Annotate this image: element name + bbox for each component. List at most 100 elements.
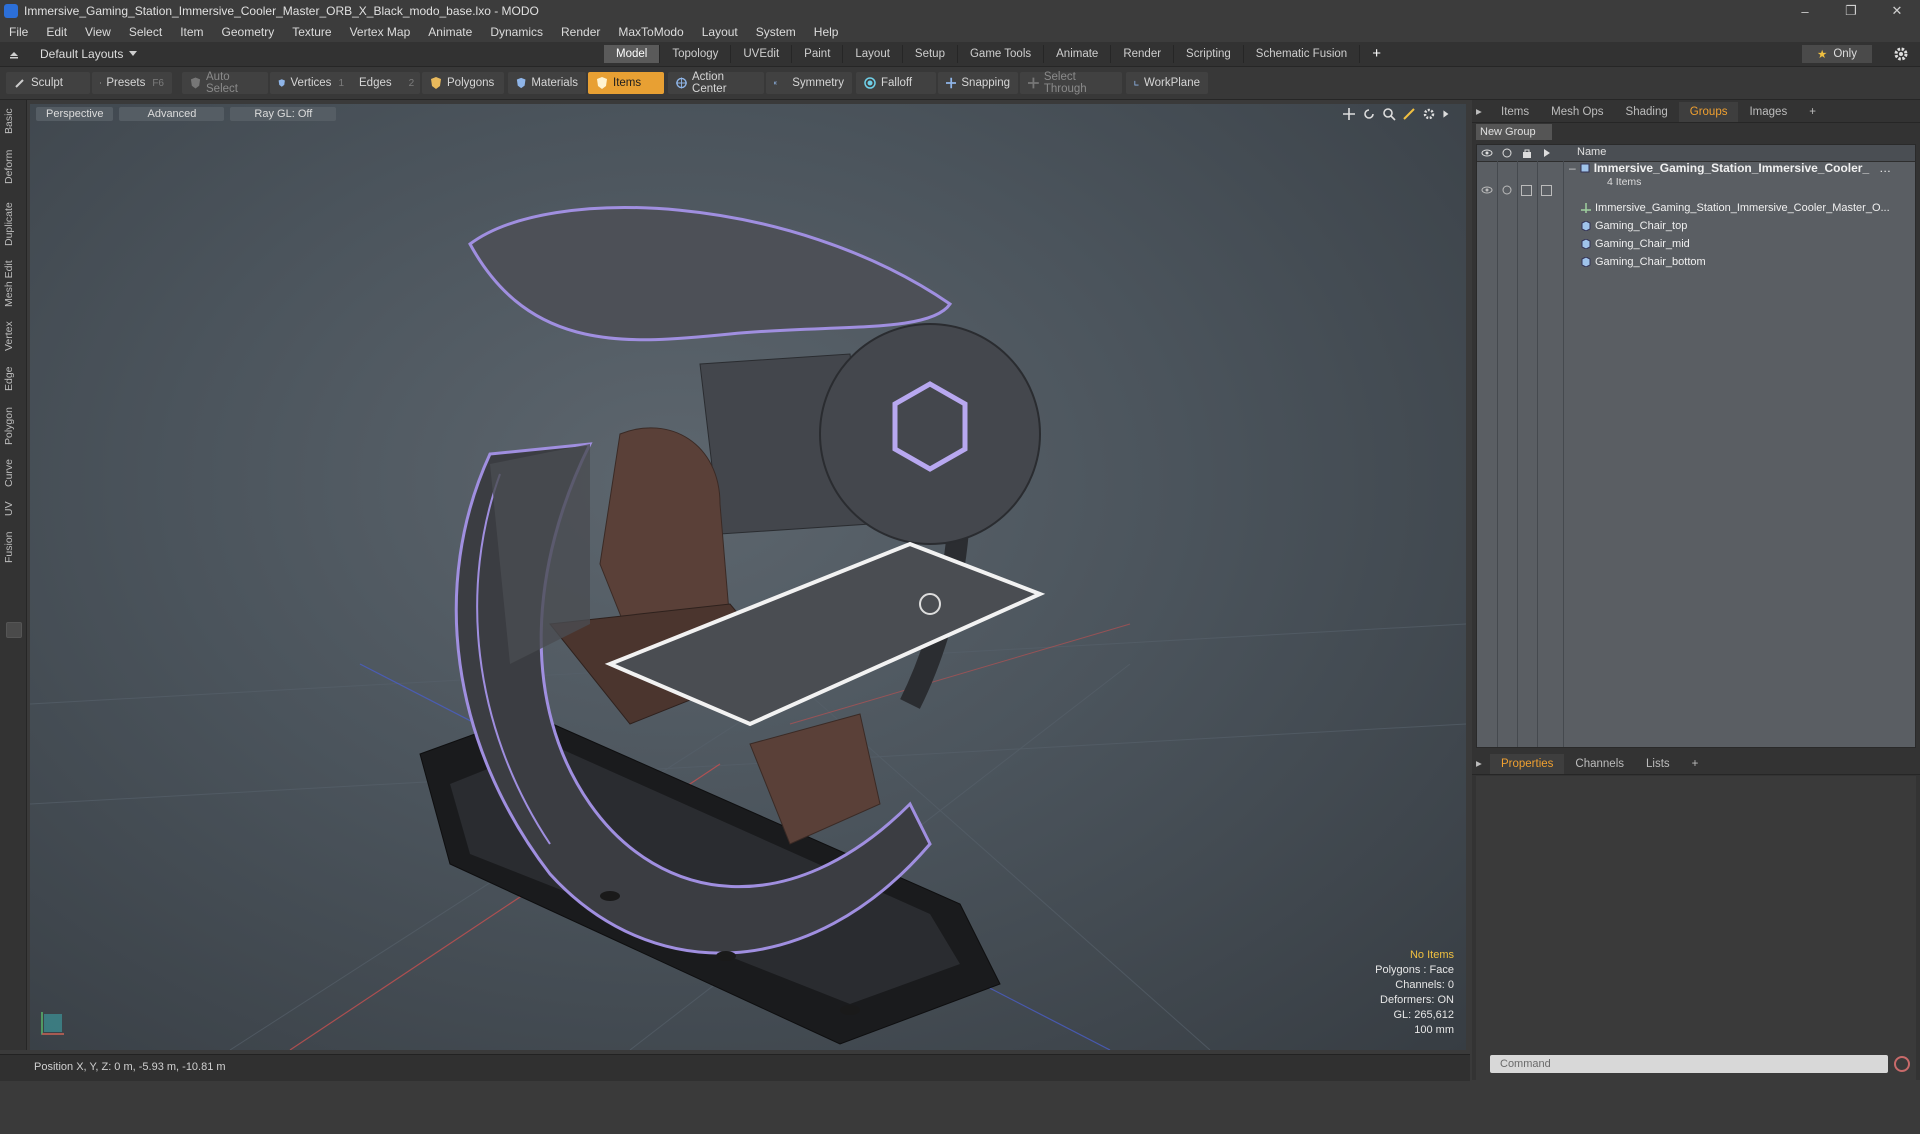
- presets-button[interactable]: Presets F6: [92, 72, 172, 94]
- menu-texture[interactable]: Texture: [283, 25, 340, 39]
- name-column-header[interactable]: Name: [1577, 146, 1606, 158]
- menu-view[interactable]: View: [76, 25, 120, 39]
- new-group-button[interactable]: New Group: [1476, 124, 1552, 140]
- menu-geometry[interactable]: Geometry: [213, 25, 284, 39]
- group-child-row[interactable]: Gaming_Chair_top: [1581, 217, 1687, 235]
- lock-icon[interactable]: [1521, 148, 1533, 158]
- zoom-icon[interactable]: [1382, 107, 1396, 121]
- tab-topology[interactable]: Topology: [660, 45, 732, 63]
- vtab-fusion[interactable]: Fusion: [3, 528, 23, 566]
- items-button[interactable]: Items: [588, 72, 664, 94]
- tab-uvedit[interactable]: UVEdit: [731, 45, 793, 63]
- viewport-settings-icon[interactable]: [1422, 107, 1436, 121]
- pan-icon[interactable]: [1342, 107, 1356, 121]
- close-button[interactable]: ✕: [1874, 0, 1920, 22]
- vtab-deform[interactable]: Deform: [3, 148, 23, 186]
- workplane-label: WorkPlane: [1143, 77, 1200, 89]
- workplane-button[interactable]: WorkPlane: [1126, 72, 1208, 94]
- group-child-row[interactable]: Gaming_Chair_bottom: [1581, 253, 1706, 271]
- eye-icon[interactable]: [1481, 148, 1493, 158]
- collapse-icon[interactable]: –: [1569, 159, 1576, 177]
- group-more-icon[interactable]: …: [1879, 159, 1891, 177]
- panel-menu-icon[interactable]: ▸: [1472, 102, 1490, 122]
- edges-button[interactable]: Edges 2: [346, 72, 420, 94]
- tab-schematic-fusion[interactable]: Schematic Fusion: [1244, 45, 1361, 63]
- sculpt-button[interactable]: Sculpt: [6, 72, 90, 94]
- command-input[interactable]: Command: [1490, 1055, 1888, 1073]
- symmetry-button[interactable]: Symmetry: [766, 72, 852, 94]
- select-through-button[interactable]: Select Through: [1020, 71, 1122, 95]
- layout-dropdown[interactable]: Default Layouts: [8, 45, 138, 63]
- tab-lists[interactable]: Lists: [1635, 754, 1681, 774]
- vtab-basic[interactable]: Basic: [3, 108, 23, 134]
- menu-edit[interactable]: Edit: [37, 25, 76, 39]
- gear-icon[interactable]: [1892, 45, 1910, 63]
- menu-dynamics[interactable]: Dynamics: [481, 25, 552, 39]
- raygl-toggle[interactable]: Ray GL: Off: [230, 107, 337, 121]
- tab-properties[interactable]: Properties: [1490, 754, 1565, 774]
- tab-animate[interactable]: Animate: [1044, 45, 1112, 63]
- only-button[interactable]: ★ Only: [1802, 45, 1872, 63]
- auto-select-button[interactable]: Auto Select: [182, 71, 268, 95]
- group-child-row[interactable]: Immersive_Gaming_Station_Immersive_Coole…: [1581, 199, 1890, 217]
- shading-advanced-button[interactable]: Advanced: [119, 107, 225, 121]
- tab-images[interactable]: Images: [1738, 102, 1798, 122]
- menu-animate[interactable]: Animate: [419, 25, 481, 39]
- tab-setup[interactable]: Setup: [903, 45, 958, 63]
- properties-menu-icon[interactable]: ▸: [1472, 754, 1490, 774]
- viewport-menu-arrow-icon[interactable]: [1442, 107, 1452, 121]
- vtab-polygon[interactable]: Polygon: [3, 404, 23, 448]
- 3d-viewport[interactable]: Perspective Advanced Ray GL: Off No Item…: [30, 104, 1466, 1050]
- tab-model[interactable]: Model: [604, 45, 661, 63]
- select-icon[interactable]: [1541, 148, 1553, 158]
- add-properties-tab-icon[interactable]: +: [1681, 754, 1710, 774]
- tab-layout[interactable]: Layout: [843, 45, 903, 63]
- tab-scripting[interactable]: Scripting: [1174, 45, 1244, 63]
- render-icon[interactable]: [1501, 148, 1513, 158]
- menu-render[interactable]: Render: [552, 25, 609, 39]
- falloff-button[interactable]: Falloff: [856, 72, 936, 94]
- menu-help[interactable]: Help: [805, 25, 848, 39]
- polygons-button[interactable]: Polygons: [422, 72, 504, 94]
- tab-groups[interactable]: Groups: [1678, 102, 1739, 122]
- tab-render[interactable]: Render: [1111, 45, 1175, 63]
- minimize-button[interactable]: –: [1782, 0, 1828, 22]
- maximize-button[interactable]: ❐: [1828, 0, 1874, 22]
- menu-vertex-map[interactable]: Vertex Map: [341, 25, 420, 39]
- view-perspective-button[interactable]: Perspective: [36, 107, 114, 121]
- axis-gizmo-icon: [41, 1012, 64, 1035]
- tab-mesh-ops[interactable]: Mesh Ops: [1540, 102, 1614, 122]
- rotate-icon[interactable]: [1362, 107, 1376, 121]
- action-center-button[interactable]: Action Center: [668, 71, 764, 95]
- menu-item[interactable]: Item: [171, 25, 212, 39]
- add-panel-tab-icon[interactable]: +: [1798, 102, 1827, 122]
- group-render-icon[interactable]: [1501, 185, 1513, 195]
- menu-file[interactable]: File: [0, 25, 37, 39]
- group-select-checkbox[interactable]: [1541, 185, 1552, 196]
- group-lock-checkbox[interactable]: [1521, 185, 1532, 196]
- panel-toggle-icon[interactable]: [6, 622, 22, 638]
- group-visible-eye-icon[interactable]: [1481, 185, 1493, 195]
- group-child-row[interactable]: Gaming_Chair_mid: [1581, 235, 1690, 253]
- menu-system[interactable]: System: [747, 25, 805, 39]
- snapping-button[interactable]: Snapping: [938, 72, 1018, 94]
- tab-channels[interactable]: Channels: [1564, 754, 1635, 774]
- vtab-mesh-edit[interactable]: Mesh Edit: [3, 258, 23, 310]
- tab-shading[interactable]: Shading: [1615, 102, 1679, 122]
- vertices-button[interactable]: Vertices 1: [270, 72, 352, 94]
- tab-paint[interactable]: Paint: [792, 45, 844, 63]
- command-history-icon[interactable]: [1894, 1056, 1910, 1072]
- vtab-vertex[interactable]: Vertex: [3, 318, 23, 354]
- vtab-curve[interactable]: Curve: [3, 456, 23, 490]
- menu-maxtomodo[interactable]: MaxToModo: [609, 25, 692, 39]
- menu-layout[interactable]: Layout: [693, 25, 747, 39]
- materials-button[interactable]: Materials: [508, 72, 586, 94]
- tab-items[interactable]: Items: [1490, 102, 1540, 122]
- menu-select[interactable]: Select: [120, 25, 171, 39]
- add-tab-icon[interactable]: +: [1360, 45, 1393, 63]
- vtab-uv[interactable]: UV: [3, 498, 23, 520]
- fit-view-icon[interactable]: [1402, 107, 1416, 121]
- vtab-edge[interactable]: Edge: [3, 364, 23, 394]
- vtab-duplicate[interactable]: Duplicate: [3, 198, 23, 250]
- tab-game-tools[interactable]: Game Tools: [958, 45, 1045, 63]
